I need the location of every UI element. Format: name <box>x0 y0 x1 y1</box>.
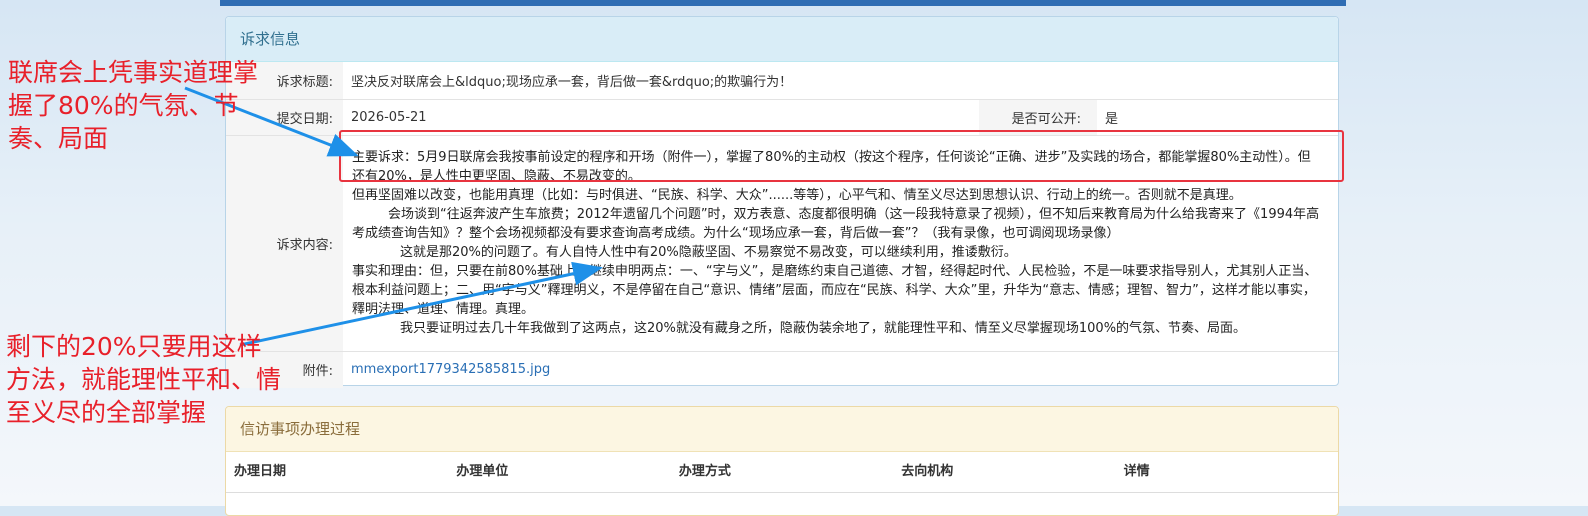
process-table-header: 办理日期 办理单位 办理方式 去向机构 详情 <box>226 452 1338 493</box>
complaint-info-table: 诉求标题: 坚决反对联席会上&ldquo;现场应承一套，背后做一套&rdquo;… <box>226 62 1338 388</box>
process-panel: 信访事项办理过程 办理日期 办理单位 办理方式 去向机构 详情 <box>225 406 1339 516</box>
top-header-bar <box>220 0 1346 6</box>
annotation-top: 联席会上凭事实道理掌握了80%的气氛、节奏、局面 <box>8 58 259 153</box>
annotation-bottom: 剩下的20%只要用这样方法，就能理性平和、情至义尽的全部掌握 <box>6 332 282 427</box>
content-paragraph: 我只要证明过去几十年我做到了这两点，这20%就没有藏身之所，隐蔽伪装余地了，就能… <box>400 321 1247 336</box>
content-paragraph: 会场谈到“往返奔波产生车旅费；2012年遗留几个问题”时，双方表意、态度都很明确… <box>352 207 1320 241</box>
complaint-info-panel: 诉求信息 诉求标题: 坚决反对联席会上&ldquo;现场应承一套，背后做一套&r… <box>225 16 1339 388</box>
content-paragraph-facts: 事实和理由：但，只要在前80%基础上，继续申明两点：一、“字与义”，是磨练约束自… <box>352 264 1318 317</box>
col-destination: 去向机构 <box>901 464 954 479</box>
complaint-info-title: 诉求信息 <box>226 17 1338 62</box>
col-details: 详情 <box>1123 464 1150 479</box>
process-title: 信访事项办理过程 <box>226 407 1338 452</box>
col-handle-method: 办理方式 <box>678 464 731 479</box>
attachment-link[interactable]: mmexport1779342585815.jpg <box>351 362 550 377</box>
attachment-cell: mmexport1779342585815.jpg <box>343 351 1338 388</box>
content-paragraph: 但再坚固难以改变，也能用真理（比如：与时俱进、“民族、科学、大众”......等… <box>352 188 1242 203</box>
subject-value: 坚决反对联席会上&ldquo;现场应承一套，背后做一套&rdquo;的欺骗行为！ <box>343 62 1338 100</box>
col-handle-date: 办理日期 <box>234 464 287 479</box>
content-paragraph: 这就是那20%的问题了。有人自恃人性中有20%隐蔽坚固、不易察觉不易改变，可以继… <box>400 245 1017 260</box>
content-label: 诉求内容: <box>226 135 343 352</box>
highlight-box <box>339 130 1344 182</box>
col-handle-unit: 办理单位 <box>456 464 509 479</box>
